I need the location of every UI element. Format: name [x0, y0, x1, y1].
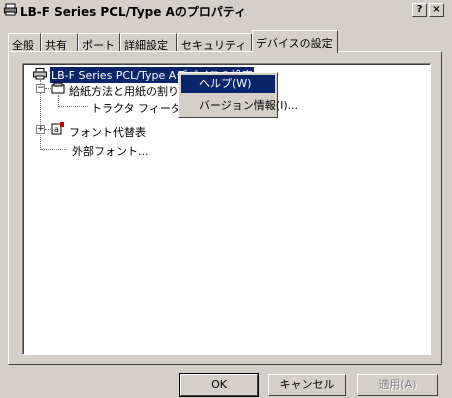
- apply-button[interactable]: 適用(A): [357, 374, 438, 396]
- tab-security[interactable]: セキュリティ: [177, 33, 252, 52]
- window-title: LB-F Series PCL/Type Aのプロパティ: [20, 5, 247, 19]
- font-table-icon: a: [51, 122, 64, 135]
- svg-text:a: a: [54, 125, 59, 134]
- tab-device-settings[interactable]: デバイスの設定: [252, 30, 338, 53]
- tab-ports[interactable]: ポート: [78, 33, 120, 52]
- title-bar: LB-F Series PCL/Type Aのプロパティ ? ×: [0, 0, 452, 20]
- paper-tray-icon: [51, 82, 65, 94]
- tree-font-substitution[interactable]: フォント代替表: [69, 124, 146, 140]
- menu-item-help[interactable]: ヘルプ(W): [181, 75, 275, 93]
- tree-external-fonts[interactable]: 外部フォント...: [72, 143, 149, 159]
- tab-advanced[interactable]: 詳細設定: [120, 33, 177, 52]
- printer-icon: [33, 68, 47, 80]
- menu-item-version-info[interactable]: バージョン情報(I)...: [181, 97, 298, 115]
- tab-sharing[interactable]: 共有: [41, 33, 78, 52]
- printer-icon: [4, 3, 17, 16]
- expand-font-sub-expander[interactable]: +: [36, 125, 45, 134]
- ok-button[interactable]: OK: [179, 373, 259, 397]
- collapse-tray-expander[interactable]: −: [36, 84, 45, 93]
- tractor-feed-label: トラクタ フィーダ:: [91, 102, 186, 115]
- cancel-button[interactable]: キャンセル: [268, 374, 346, 396]
- help-button[interactable]: ?: [412, 3, 427, 17]
- tab-general[interactable]: 全般: [8, 33, 41, 52]
- close-button[interactable]: ×: [429, 3, 444, 17]
- context-menu: ヘルプ(W) バージョン情報(I)...: [178, 72, 298, 118]
